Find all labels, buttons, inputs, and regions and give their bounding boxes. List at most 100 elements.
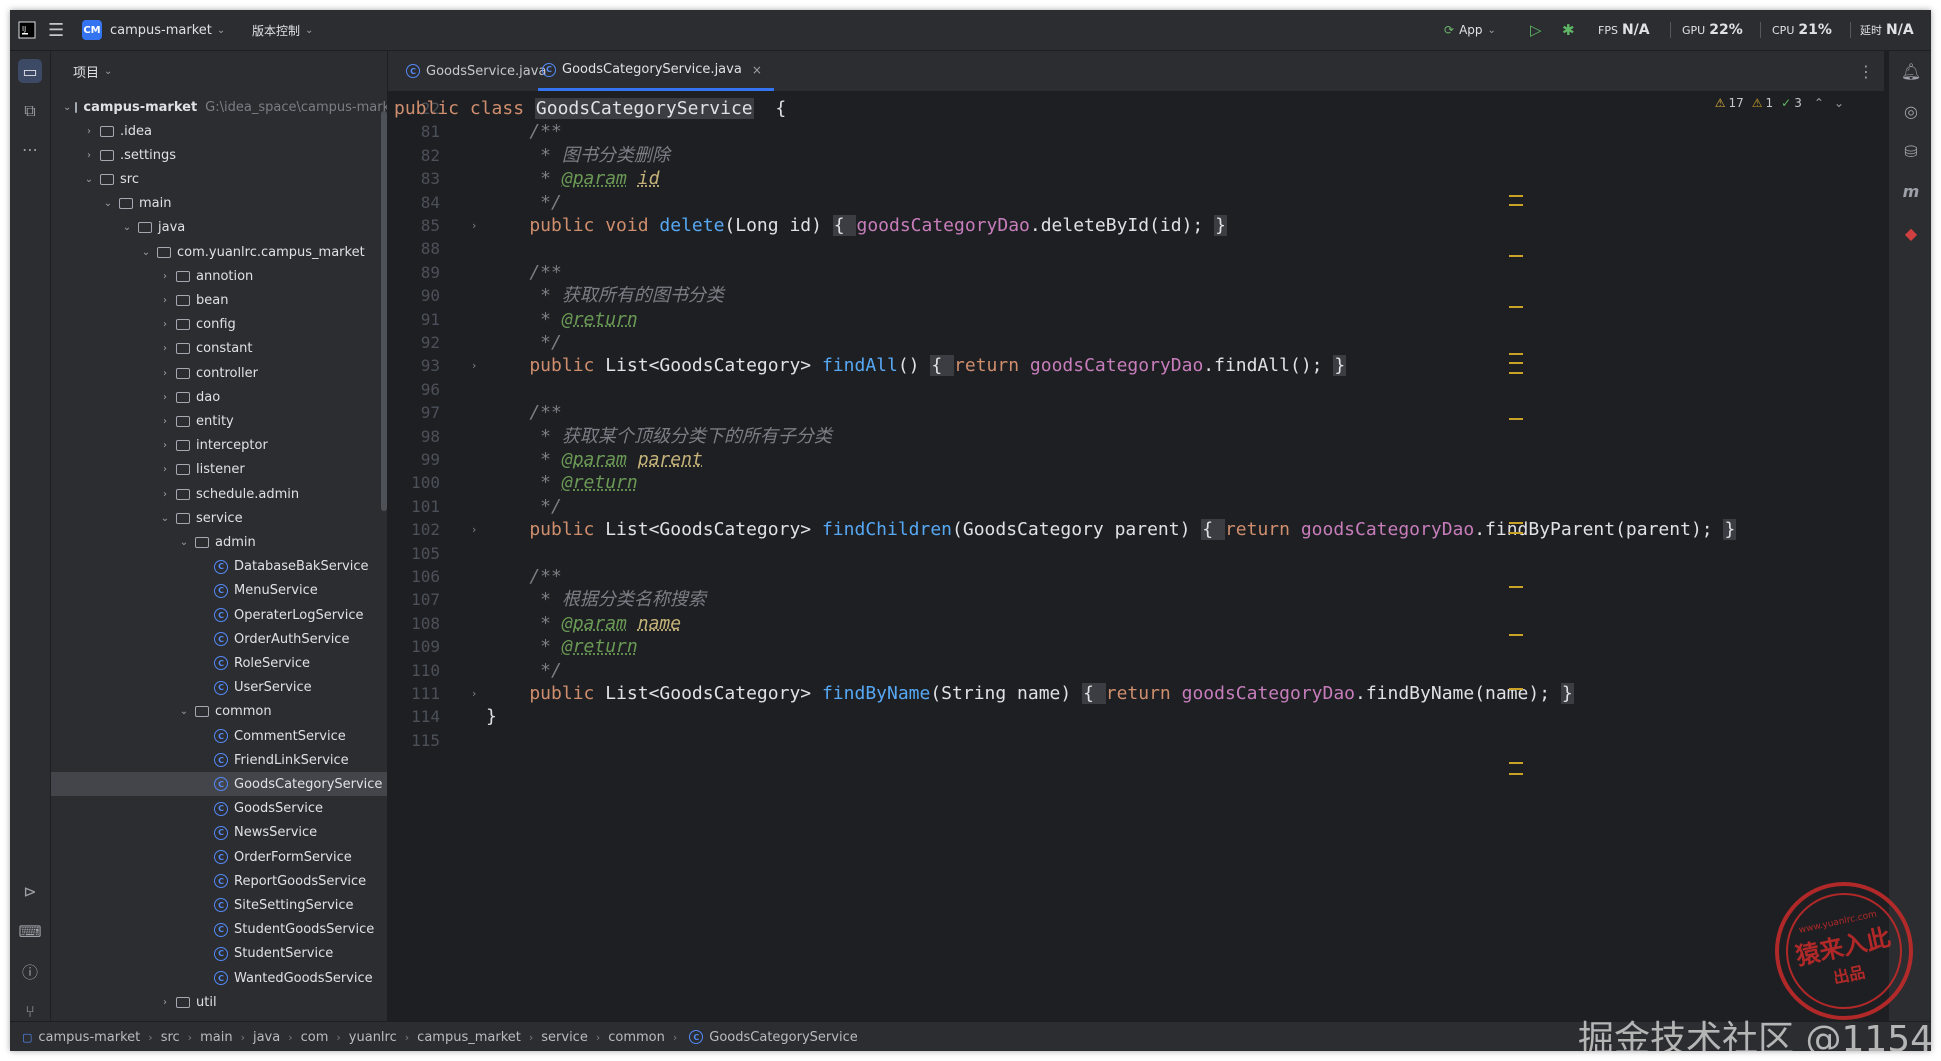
breadcrumb-item[interactable]: src xyxy=(161,1030,180,1045)
tree-item-folder[interactable]: ⌄ admin xyxy=(51,530,387,554)
code-line[interactable]: public List<GoodsCategory> findAll() { r… xyxy=(486,355,1347,377)
chevron-right-icon[interactable]: › xyxy=(158,464,172,475)
breadcrumb-item[interactable]: GoodsCategoryService xyxy=(709,1030,857,1045)
tree-item-class[interactable]: C DatabaseBakService xyxy=(51,555,387,579)
tree-item-class[interactable]: C UserService xyxy=(51,676,387,700)
fold-chevron-icon[interactable]: › xyxy=(472,683,476,705)
close-icon[interactable]: × xyxy=(752,63,762,77)
code-line[interactable]: * @return xyxy=(486,309,638,331)
more-tools-icon[interactable]: ⋯ xyxy=(18,137,42,161)
chevron-right-icon[interactable]: › xyxy=(158,368,172,379)
chevron-right-icon[interactable]: › xyxy=(158,489,172,500)
debug-icon[interactable]: ✱ xyxy=(1562,10,1575,50)
tree-item-folder[interactable]: ⌄ common xyxy=(51,700,387,724)
breadcrumb-item[interactable]: campus-market xyxy=(38,1030,140,1045)
tree-item-class[interactable]: C CommentService xyxy=(51,724,387,748)
tree-item-class[interactable]: C GoodsCategoryService xyxy=(51,772,387,797)
code-line[interactable]: /** xyxy=(486,262,562,284)
chevron-down-icon[interactable]: ⌄ xyxy=(82,174,96,185)
inspection-widget[interactable]: ⚠ 17 ⚠ 1 ✓ 3 ⌃ ⌄ xyxy=(1715,92,1844,114)
chevron-down-icon[interactable]: ⌄ xyxy=(1834,96,1844,110)
tree-item-folder[interactable]: › schedule.admin xyxy=(51,482,387,506)
tree-item-class[interactable]: C GoodsService xyxy=(51,797,387,821)
project-panel-scrollbar[interactable] xyxy=(381,111,387,511)
problems-tool-icon[interactable]: ⓘ xyxy=(18,959,42,983)
breadcrumb-item[interactable]: service xyxy=(541,1030,588,1045)
tree-item-class[interactable]: C OrderFormService xyxy=(51,845,387,869)
code-line[interactable]: /** xyxy=(486,121,562,143)
chevron-down-icon[interactable]: ⌄ xyxy=(177,537,191,548)
code-line[interactable]: * 获取所有的图书分类 xyxy=(486,285,724,307)
tree-item-folder[interactable]: ⌄ java xyxy=(51,216,387,240)
chevron-right-icon[interactable]: › xyxy=(158,416,172,427)
terminal-tool-icon[interactable]: ⌨ xyxy=(18,919,42,943)
code-line[interactable]: * @param name xyxy=(486,613,681,635)
breadcrumb-item[interactable]: yuanlrc xyxy=(349,1030,397,1045)
code-line[interactable]: * 获取某个顶级分类下的所有子分类 xyxy=(486,426,832,448)
breadcrumb-item[interactable]: java xyxy=(253,1030,280,1045)
tree-item-folder[interactable]: › listener xyxy=(51,458,387,482)
ai-assistant-icon[interactable]: ◎ xyxy=(1899,99,1923,123)
tree-item-class[interactable]: C WantedGoodsService xyxy=(51,966,387,990)
chevron-right-icon[interactable]: › xyxy=(82,126,96,137)
code-line[interactable]: */ xyxy=(486,332,562,354)
chevron-down-icon[interactable]: ⌄ xyxy=(177,706,191,717)
tree-item-folder[interactable]: › .settings xyxy=(51,143,387,167)
chevron-right-icon[interactable]: › xyxy=(158,295,172,306)
run-config-selector[interactable]: ⟳ App ⌄ xyxy=(1444,10,1496,50)
tree-item-folder[interactable]: › entity xyxy=(51,409,387,433)
run-icon[interactable]: ▷ xyxy=(1530,10,1542,50)
maven-icon[interactable]: m xyxy=(1899,179,1923,203)
tree-item-folder[interactable]: › bean xyxy=(51,288,387,312)
tab-options-icon[interactable]: ⋮ xyxy=(1858,51,1874,91)
code-line[interactable]: public void delete(Long id) { goodsCateg… xyxy=(486,215,1227,237)
breadcrumb-item[interactable]: common xyxy=(608,1030,665,1045)
chevron-right-icon[interactable]: › xyxy=(158,392,172,403)
chevron-right-icon[interactable]: › xyxy=(158,997,172,1008)
tree-root[interactable]: ⌄ campus-market G:\idea_space\campus-mar… xyxy=(51,95,387,119)
code-line[interactable]: * 图书分类删除 xyxy=(486,145,670,167)
tree-item-folder[interactable]: ⌄ service xyxy=(51,506,387,530)
breadcrumb-item[interactable]: main xyxy=(200,1030,232,1045)
chevron-right-icon[interactable]: › xyxy=(158,319,172,330)
code-line[interactable]: public List<GoodsCategory> findByName(St… xyxy=(486,683,1574,705)
chevron-right-icon[interactable]: › xyxy=(158,343,172,354)
project-switcher[interactable]: CM campus-market ⌄ xyxy=(82,10,225,50)
error-stripe[interactable] xyxy=(1507,92,1529,1021)
chevron-right-icon[interactable]: › xyxy=(158,440,172,451)
tree-item-folder[interactable]: › interceptor xyxy=(51,434,387,458)
code-line[interactable]: */ xyxy=(486,192,562,214)
tree-item-folder[interactable]: › constant xyxy=(51,337,387,361)
tree-item-folder[interactable]: ⌄ src xyxy=(51,167,387,191)
code-line[interactable]: public List<GoodsCategory> findChildren(… xyxy=(486,519,1737,541)
fold-chevron-icon[interactable]: › xyxy=(472,215,476,237)
tab-goods-service[interactable]: C GoodsService.java xyxy=(402,51,546,91)
code-line[interactable]: * @param id xyxy=(486,168,659,190)
tree-item-folder[interactable]: › .idea xyxy=(51,119,387,143)
structure-tool-icon[interactable]: ⧉ xyxy=(18,99,42,123)
code-line[interactable]: */ xyxy=(486,496,562,518)
chevron-right-icon[interactable]: › xyxy=(158,271,172,282)
code-editor[interactable]: ⚠ 17 ⚠ 1 ✓ 3 ⌃ ⌄ 22 public class GoodsCat… xyxy=(388,92,1884,1021)
tree-item-folder[interactable]: › controller xyxy=(51,361,387,385)
fold-chevron-icon[interactable]: › xyxy=(472,355,476,377)
tree-item-folder[interactable]: ⌄ com.yuanlrc.campus_market xyxy=(51,240,387,264)
database-icon[interactable]: ⛁ xyxy=(1899,139,1923,163)
app-logo-icon[interactable]: IJ xyxy=(18,10,36,50)
chevron-down-icon[interactable]: ⌄ xyxy=(120,222,134,233)
tree-item-class[interactable]: C NewsService xyxy=(51,821,387,845)
tree-item-class[interactable]: C OrderAuthService xyxy=(51,627,387,651)
tab-goods-category-service[interactable]: C GoodsCategoryService.java × xyxy=(538,51,774,91)
git-tool-icon[interactable]: ⑂ xyxy=(18,999,42,1023)
tree-item-folder[interactable]: › annotion xyxy=(51,264,387,288)
plugin-bird-icon[interactable]: ◆ xyxy=(1899,221,1923,245)
services-tool-icon[interactable]: ⊳ xyxy=(18,879,42,903)
code-line[interactable]: * 根据分类名称搜索 xyxy=(486,589,706,611)
main-menu-icon[interactable]: ☰ xyxy=(48,10,64,50)
tree-item-class[interactable]: C MenuService xyxy=(51,579,387,603)
tree-item-class[interactable]: C RoleService xyxy=(51,651,387,675)
tree-item-class[interactable]: C StudentGoodsService xyxy=(51,918,387,942)
chevron-down-icon[interactable]: ⌄ xyxy=(139,247,153,258)
code-line[interactable]: /** xyxy=(486,402,562,424)
code-line[interactable]: * @param parent xyxy=(486,449,703,471)
